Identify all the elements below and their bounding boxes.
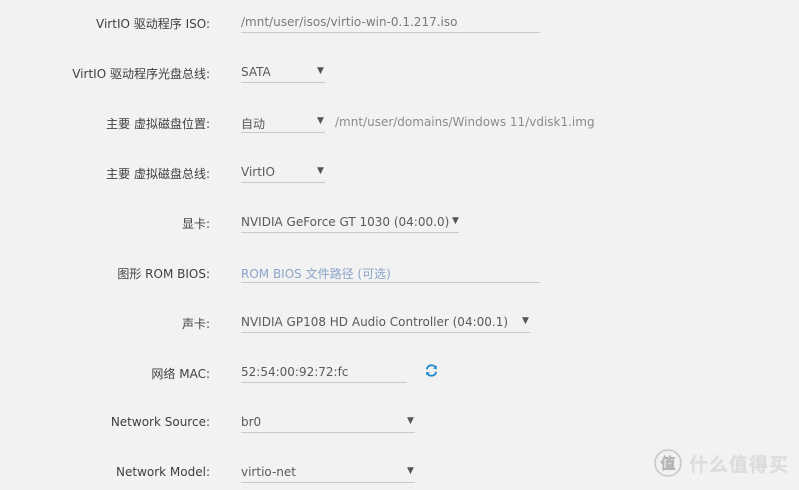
row-virtio-iso: VirtIO 驱动程序 ISO: /mnt/user/isos/virtio-w… (0, 9, 799, 39)
network-model-label: Network Model: (116, 465, 210, 479)
row-sound-card: 声卡: NVIDIA GP108 HD Audio Controller (04… (0, 309, 799, 339)
graphics-rom-bios-label: 图形 ROM BIOS: (117, 267, 210, 281)
watermark-text: 什么值得买 (688, 453, 789, 476)
caret-down-icon: ▼ (522, 316, 529, 326)
row-network-source: Network Source: br0 ▼ (0, 409, 799, 439)
primary-vdisk-path: /mnt/user/domains/Windows 11/vdisk1.img (335, 115, 595, 129)
refresh-icon[interactable] (425, 364, 438, 377)
network-mac-label: 网络 MAC: (151, 367, 210, 381)
primary-vdisk-bus-label: 主要 虚拟磁盘总线: (106, 167, 210, 181)
graphics-card-value: NVIDIA GeForce GT 1030 (04:00.0) (241, 215, 450, 229)
virtio-cd-bus-label: VirtIO 驱动程序光盘总线: (72, 67, 210, 81)
watermark: 值 什么值得买 (653, 448, 789, 478)
virtio-iso-label: VirtIO 驱动程序 ISO: (96, 17, 210, 31)
graphics-rom-bios-input[interactable]: ROM BIOS 文件路径 (可选) (241, 259, 540, 283)
graphics-card-select[interactable]: NVIDIA GeForce GT 1030 (04:00.0) ▼ (241, 209, 459, 233)
caret-down-icon: ▼ (452, 216, 459, 226)
row-virtio-cd-bus: VirtIO 驱动程序光盘总线: SATA ▼ (0, 59, 799, 89)
network-source-label: Network Source: (110, 415, 210, 429)
svg-text:值: 值 (660, 455, 675, 473)
caret-down-icon: ▼ (317, 166, 324, 176)
caret-down-icon: ▼ (317, 66, 324, 76)
sound-card-select[interactable]: NVIDIA GP108 HD Audio Controller (04:00.… (241, 309, 530, 333)
primary-vdisk-location-label: 主要 虚拟磁盘位置: (106, 117, 210, 131)
virtio-iso-value: /mnt/user/isos/virtio-win-0.1.217.iso (241, 15, 458, 29)
row-graphics-rom-bios: 图形 ROM BIOS: ROM BIOS 文件路径 (可选) (0, 259, 799, 289)
network-source-value: br0 (241, 415, 262, 429)
network-source-select[interactable]: br0 ▼ (241, 409, 415, 433)
row-network-mac: 网络 MAC: 52:54:00:92:72:fc (0, 359, 799, 389)
graphics-rom-bios-placeholder: ROM BIOS 文件路径 (可选) (241, 267, 391, 281)
network-mac-value: 52:54:00:92:72:fc (241, 365, 349, 379)
vm-settings-form: VirtIO 驱动程序 ISO: /mnt/user/isos/virtio-w… (0, 0, 799, 490)
caret-down-icon: ▼ (407, 416, 414, 426)
primary-vdisk-location-value: 自动 (241, 117, 266, 131)
primary-vdisk-bus-select[interactable]: VirtIO ▼ (241, 159, 325, 183)
caret-down-icon: ▼ (317, 116, 324, 126)
virtio-cd-bus-select[interactable]: SATA ▼ (241, 59, 325, 83)
row-graphics-card: 显卡: NVIDIA GeForce GT 1030 (04:00.0) ▼ (0, 209, 799, 239)
row-primary-vdisk-bus: 主要 虚拟磁盘总线: VirtIO ▼ (0, 159, 799, 189)
sound-card-label: 声卡: (181, 317, 210, 331)
network-model-value: virtio-net (241, 465, 296, 479)
network-mac-input[interactable]: 52:54:00:92:72:fc (241, 359, 407, 383)
primary-vdisk-location-select[interactable]: 自动 ▼ (241, 109, 325, 133)
virtio-cd-bus-value: SATA (241, 65, 271, 79)
network-model-select[interactable]: virtio-net ▼ (241, 459, 415, 483)
smzdm-logo-icon: 值 (653, 448, 683, 478)
caret-down-icon: ▼ (407, 466, 414, 476)
virtio-iso-input[interactable]: /mnt/user/isos/virtio-win-0.1.217.iso (241, 9, 540, 33)
graphics-card-label: 显卡: (181, 217, 210, 231)
primary-vdisk-bus-value: VirtIO (241, 165, 275, 179)
row-primary-vdisk-location: 主要 虚拟磁盘位置: 自动 ▼ /mnt/user/domains/Window… (0, 109, 799, 139)
sound-card-value: NVIDIA GP108 HD Audio Controller (04:00.… (241, 315, 509, 329)
